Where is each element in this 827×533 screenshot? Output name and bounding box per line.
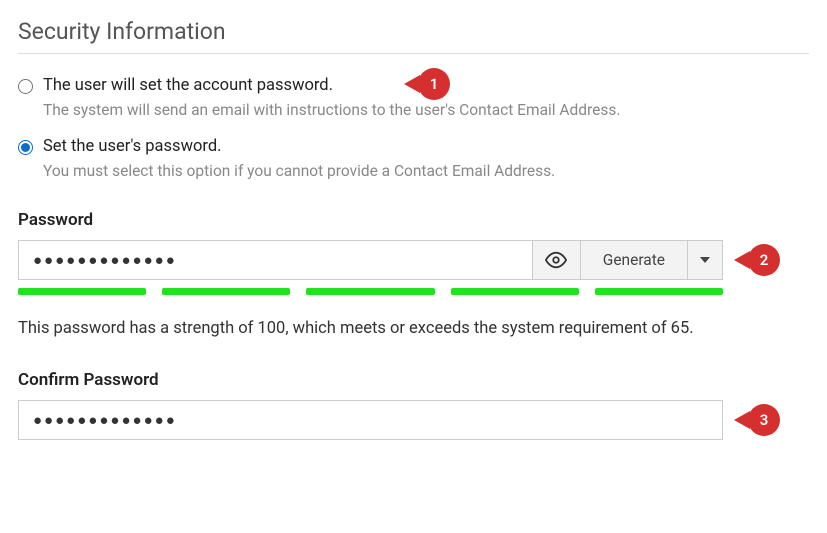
meter-segment bbox=[306, 288, 434, 295]
radio-description: The system will send an email with instr… bbox=[43, 101, 809, 119]
password-strength-meter bbox=[18, 288, 723, 295]
password-input[interactable] bbox=[18, 240, 532, 280]
generate-dropdown-button[interactable] bbox=[687, 240, 723, 280]
divider bbox=[18, 53, 809, 54]
meter-segment bbox=[451, 288, 579, 295]
annotation-callout-3: 3 bbox=[748, 404, 780, 436]
eye-icon bbox=[545, 249, 567, 271]
confirm-password-input[interactable] bbox=[18, 400, 723, 440]
meter-segment bbox=[18, 288, 146, 295]
radio-user-sets[interactable] bbox=[18, 79, 33, 94]
radio-option-user-sets[interactable]: The user will set the account password. … bbox=[18, 76, 809, 119]
annotation-callout-1: 1 bbox=[418, 68, 450, 100]
caret-down-icon bbox=[700, 255, 710, 265]
password-input-group: Generate bbox=[18, 240, 723, 280]
radio-description: You must select this option if you canno… bbox=[43, 162, 809, 180]
annotation-callout-2: 2 bbox=[748, 244, 780, 276]
toggle-visibility-button[interactable] bbox=[532, 240, 580, 280]
confirm-password-label: Confirm Password bbox=[18, 370, 809, 390]
radio-option-set-password[interactable]: Set the user's password. You must select… bbox=[18, 137, 809, 180]
radio-label: Set the user's password. bbox=[43, 137, 221, 156]
section-heading: Security Information bbox=[18, 18, 809, 45]
generate-button[interactable]: Generate bbox=[580, 240, 687, 280]
meter-segment bbox=[595, 288, 723, 295]
password-label: Password bbox=[18, 210, 809, 230]
radio-label: The user will set the account password. bbox=[43, 76, 333, 95]
password-strength-text: This password has a strength of 100, whi… bbox=[18, 317, 788, 340]
radio-set-password[interactable] bbox=[18, 140, 33, 155]
meter-segment bbox=[162, 288, 290, 295]
